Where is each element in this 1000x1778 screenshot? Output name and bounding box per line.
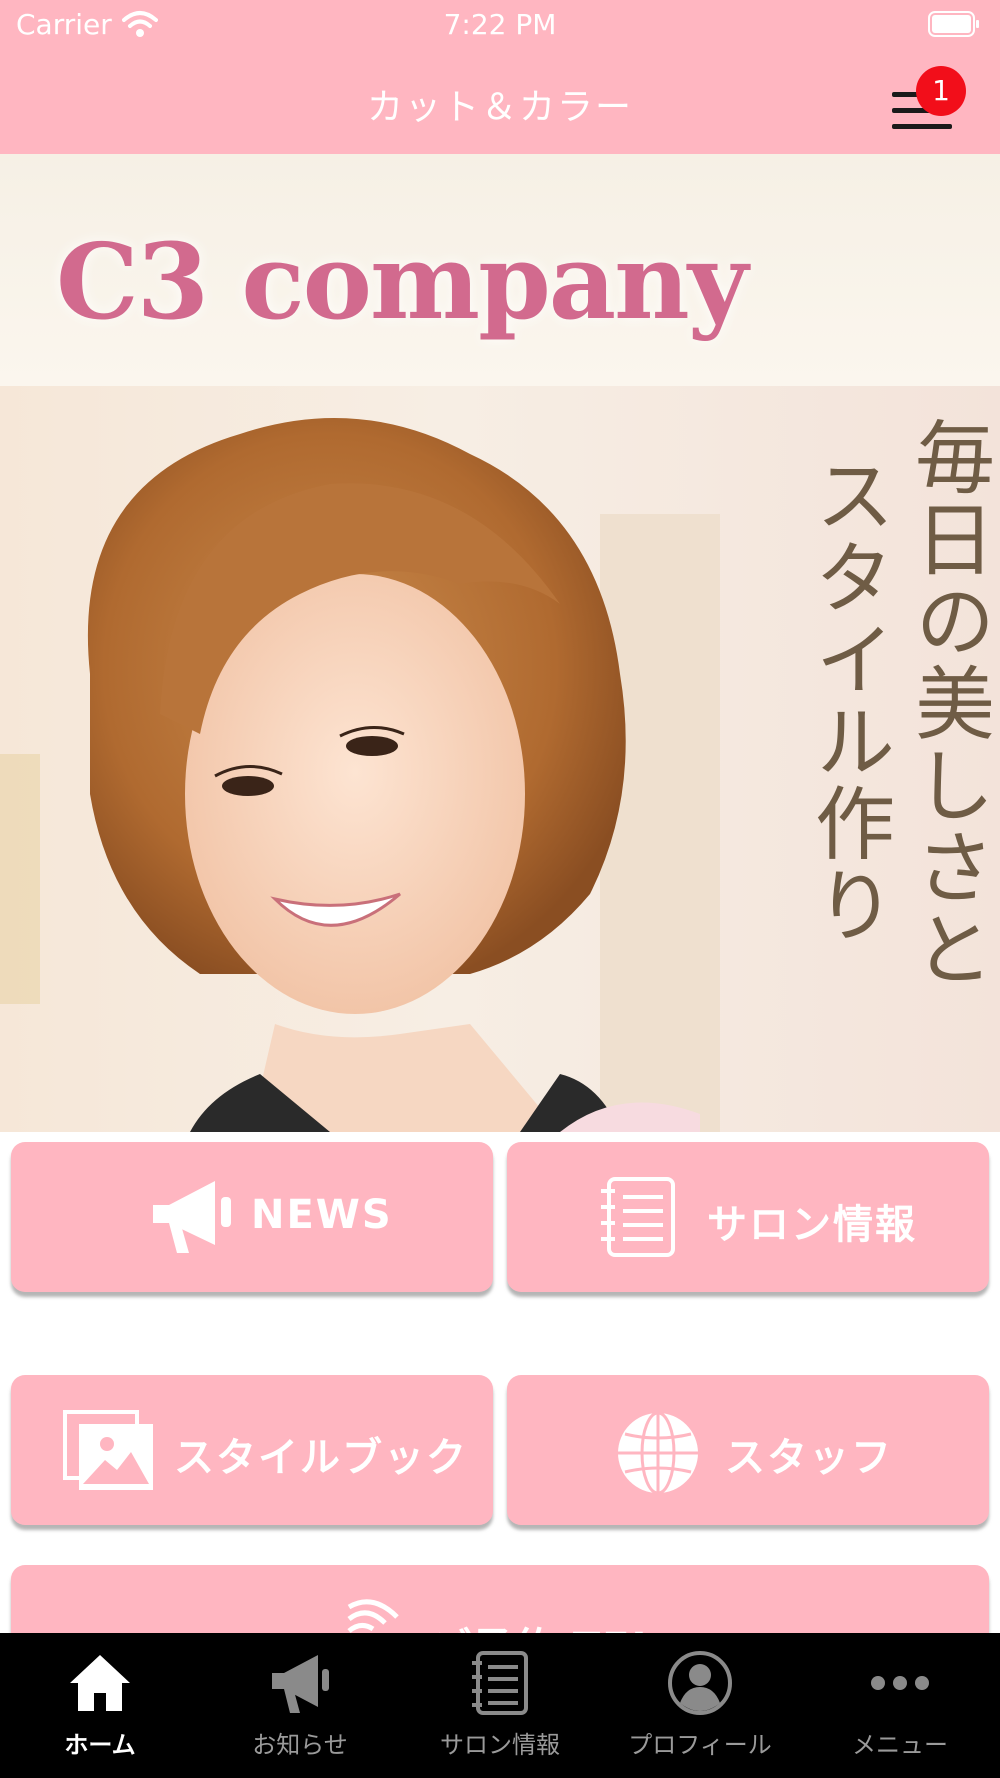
- status-bar: Carrier 7:22 PM: [0, 0, 1000, 50]
- globe-icon: [618, 1411, 698, 1495]
- hero-tagline-2: スタイル作り: [802, 454, 895, 946]
- notebook-icon: [472, 1651, 528, 1715]
- megaphone-icon: [272, 1655, 329, 1713]
- battery-icon: [928, 11, 979, 37]
- megaphone-icon: [153, 1181, 231, 1253]
- photos-icon: [63, 1410, 153, 1490]
- tab-menu[interactable]: メニュー: [800, 1633, 1000, 1778]
- notebook-icon: [601, 1177, 675, 1257]
- tab-salon-info[interactable]: サロン情報: [400, 1633, 600, 1778]
- notification-badge: 1: [916, 66, 966, 116]
- tab-news[interactable]: お知らせ: [200, 1633, 400, 1778]
- salon-info-label: サロン情報: [707, 1202, 917, 1248]
- news-button[interactable]: NEWS: [11, 1142, 493, 1292]
- tab-home-label: ホーム: [64, 1731, 136, 1759]
- tab-menu-label: メニュー: [852, 1731, 948, 1759]
- hero-tagline-1: 毎日の美しさと: [902, 416, 995, 990]
- hamburger-menu-button[interactable]: 1: [886, 66, 966, 136]
- page-title: カット＆カラー: [366, 87, 633, 128]
- tab-profile-label: プロフィール: [628, 1731, 772, 1759]
- bottom-tab-bar: ホーム お知らせ サロン情報 プロフィール メニュー: [0, 1633, 1000, 1778]
- tab-news-label: お知らせ: [252, 1731, 348, 1759]
- profile-icon: [668, 1651, 732, 1715]
- stylebook-button[interactable]: スタイルブック: [11, 1375, 493, 1525]
- news-label: NEWS: [251, 1192, 393, 1238]
- tab-salon-info-label: サロン情報: [440, 1731, 560, 1759]
- staff-button[interactable]: スタッフ: [507, 1375, 989, 1525]
- home-icon: [70, 1655, 130, 1711]
- tab-profile[interactable]: プロフィール: [600, 1633, 800, 1778]
- clock: 7:22 PM: [443, 8, 557, 41]
- tab-home[interactable]: ホーム: [0, 1633, 200, 1778]
- stylebook-label: スタイルブック: [174, 1435, 468, 1481]
- staff-label: スタッフ: [725, 1435, 893, 1481]
- nav-header: カット＆カラー 1: [0, 50, 1000, 154]
- more-icon: [871, 1676, 929, 1690]
- hero-banner: C3 company 毎日の美しさと スタイル作り: [0, 154, 1000, 1132]
- salon-info-button[interactable]: サロン情報: [507, 1142, 989, 1292]
- brand-logo-text: C3 company: [56, 220, 748, 343]
